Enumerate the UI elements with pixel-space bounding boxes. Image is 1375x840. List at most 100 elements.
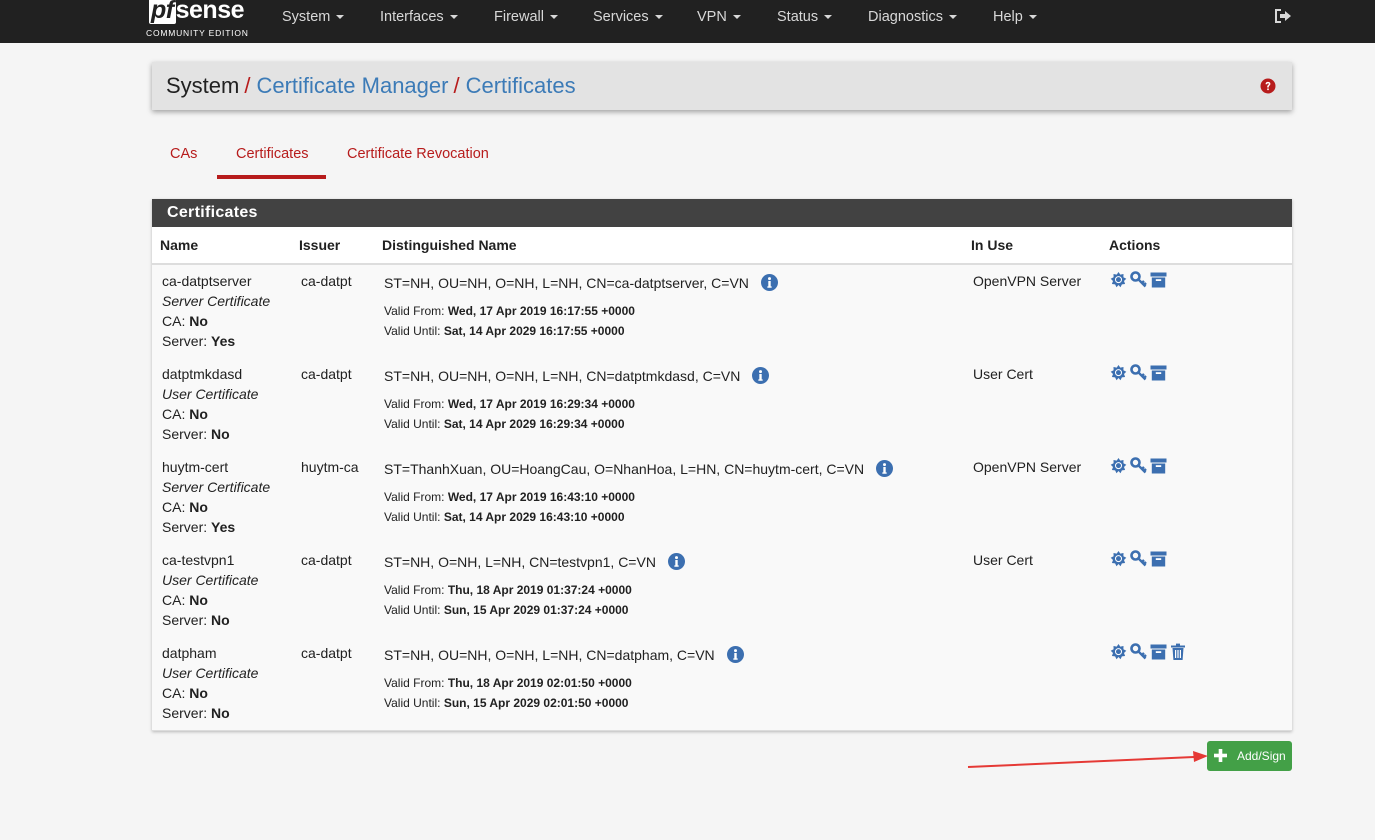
certificate-icon[interactable] bbox=[1110, 271, 1127, 289]
cell-in-use: User Cert bbox=[973, 366, 1033, 382]
cert-name: datpham bbox=[162, 645, 217, 661]
cell-actions bbox=[1110, 457, 1170, 477]
pfsense-logo[interactable]: pfsense COMMUNITY EDITION bbox=[146, 0, 256, 43]
nav-help-menu[interactable]: Help bbox=[993, 0, 1037, 34]
valid-from-value: Wed, 17 Apr 2019 16:29:34 +0000 bbox=[447, 397, 635, 411]
cell-actions bbox=[1110, 550, 1170, 570]
sign-out-icon[interactable] bbox=[1274, 8, 1292, 24]
certificate-icon[interactable] bbox=[1110, 550, 1127, 568]
cert-type: Server Certificate bbox=[162, 293, 271, 309]
valid-from: Valid From: Wed, 17 Apr 2019 16:17:55 +0… bbox=[384, 304, 635, 318]
valid-until: Valid Until: Sat, 14 Apr 2029 16:17:55 +… bbox=[384, 324, 625, 338]
caret-down-icon bbox=[654, 15, 663, 20]
cert-server-flag: Server: No bbox=[162, 424, 258, 444]
cell-distinguished-name: ST=NH, OU=NH, O=NH, L=NH, CN=datpham, C=… bbox=[384, 646, 744, 663]
cert-type: User Certificate bbox=[162, 386, 259, 402]
archive-icon[interactable] bbox=[1150, 550, 1167, 568]
column-header-in-use: In Use bbox=[971, 237, 1014, 253]
valid-until-label: Valid Until: bbox=[384, 324, 441, 338]
valid-until-value: Sat, 14 Apr 2029 16:29:34 +0000 bbox=[443, 417, 625, 431]
cell-issuer: ca-datpt bbox=[301, 273, 352, 289]
ca-value: No bbox=[189, 685, 208, 701]
certificate-icon[interactable] bbox=[1110, 364, 1127, 382]
trash-icon[interactable] bbox=[1170, 643, 1187, 661]
cell-distinguished-name: ST=NH, O=NH, L=NH, CN=testvpn1, C=VN bbox=[384, 553, 685, 570]
question-circle-icon[interactable] bbox=[1260, 78, 1276, 94]
nav-system-menu[interactable]: System bbox=[282, 0, 345, 34]
server-label: Server: bbox=[162, 705, 208, 721]
breadcrumb-system: System bbox=[166, 73, 240, 98]
server-label: Server: bbox=[162, 426, 208, 442]
cell-distinguished-name: ST=ThanhXuan, OU=HoangCau, O=NhanHoa, L=… bbox=[384, 460, 894, 477]
breadcrumb-certificate-manager[interactable]: Certificate Manager bbox=[256, 73, 448, 98]
archive-icon[interactable] bbox=[1150, 364, 1167, 382]
valid-until-label: Valid Until: bbox=[384, 510, 441, 524]
cell-actions bbox=[1110, 271, 1170, 291]
cert-name: ca-datptserver bbox=[162, 273, 252, 289]
valid-from-value: Thu, 18 Apr 2019 02:01:50 +0000 bbox=[447, 676, 632, 690]
valid-from-value: Wed, 17 Apr 2019 16:17:55 +0000 bbox=[447, 304, 635, 318]
breadcrumb-panel: System / Certificate Manager / Certificates bbox=[152, 62, 1292, 110]
caret-down-icon bbox=[824, 15, 833, 20]
info-icon[interactable] bbox=[876, 460, 894, 477]
tab-cas[interactable]: CAs bbox=[170, 146, 197, 162]
cert-ca-flag: CA: No bbox=[162, 683, 258, 703]
valid-until: Valid Until: Sat, 14 Apr 2029 16:43:10 +… bbox=[384, 510, 625, 524]
panel-heading: Certificates bbox=[152, 199, 1292, 227]
archive-icon[interactable] bbox=[1150, 457, 1167, 475]
add-sign-label: Add/Sign bbox=[1237, 749, 1286, 763]
nav-vpn-menu[interactable]: VPN bbox=[697, 0, 741, 34]
info-icon[interactable] bbox=[667, 553, 685, 570]
valid-until: Valid Until: Sun, 15 Apr 2029 01:37:24 +… bbox=[384, 603, 628, 617]
nav-services-menu[interactable]: Services bbox=[593, 0, 663, 34]
certificate-icon[interactable] bbox=[1110, 457, 1127, 475]
archive-icon[interactable] bbox=[1150, 271, 1167, 289]
nav-firewall-menu[interactable]: Firewall bbox=[494, 0, 558, 34]
archive-icon[interactable] bbox=[1150, 643, 1167, 661]
breadcrumb-separator: / bbox=[453, 73, 460, 98]
tab-certificates[interactable]: Certificates bbox=[236, 146, 309, 162]
valid-until-value: Sun, 15 Apr 2029 02:01:50 +0000 bbox=[443, 696, 629, 710]
server-label: Server: bbox=[162, 519, 208, 535]
caret-down-icon bbox=[1028, 15, 1037, 20]
key-icon[interactable] bbox=[1130, 643, 1147, 661]
ca-label: CA: bbox=[162, 313, 186, 329]
cert-ca-flag: CA: No bbox=[162, 311, 270, 331]
valid-until-value: Sat, 14 Apr 2029 16:17:55 +0000 bbox=[443, 324, 625, 338]
certificates-panel: Certificates Name Issuer Distinguished N… bbox=[152, 199, 1292, 731]
breadcrumb-certificates[interactable]: Certificates bbox=[466, 73, 576, 98]
dn-text: ST=NH, OU=NH, O=NH, L=NH, CN=ca-datptser… bbox=[384, 275, 749, 291]
certificate-icon[interactable] bbox=[1110, 643, 1127, 661]
cell-actions bbox=[1110, 643, 1190, 663]
valid-until-label: Valid Until: bbox=[384, 417, 441, 431]
cell-name: datpham User Certificate CA: No Server: No bbox=[162, 643, 258, 723]
cert-name: huytm-cert bbox=[162, 459, 229, 475]
cert-type: User Certificate bbox=[162, 572, 259, 588]
cell-actions bbox=[1110, 364, 1170, 384]
key-icon[interactable] bbox=[1130, 550, 1147, 568]
cell-name: ca-testvpn1 User Certificate CA: No Server:… bbox=[162, 550, 258, 630]
nav-interfaces-menu[interactable]: Interfaces bbox=[380, 0, 458, 34]
top-navbar: pfsense COMMUNITY EDITION System Interfa… bbox=[0, 0, 1375, 43]
nav-diagnostics-menu[interactable]: Diagnostics bbox=[868, 0, 957, 34]
nav-status-menu[interactable]: Status bbox=[777, 0, 833, 34]
key-icon[interactable] bbox=[1130, 457, 1147, 475]
info-icon[interactable] bbox=[760, 274, 778, 291]
caret-down-icon bbox=[732, 15, 741, 20]
valid-until: Valid Until: Sun, 15 Apr 2029 02:01:50 +… bbox=[384, 696, 628, 710]
cell-in-use: OpenVPN Server bbox=[973, 273, 1082, 289]
caret-down-icon bbox=[948, 15, 957, 20]
valid-until-label: Valid Until: bbox=[384, 603, 441, 617]
tab-certificate-revocation[interactable]: Certificate Revocation bbox=[347, 146, 489, 162]
add-sign-button[interactable]: Add/Sign bbox=[1207, 741, 1292, 771]
panel-title: Certificates bbox=[167, 204, 258, 221]
info-icon[interactable] bbox=[752, 367, 770, 384]
ca-value: No bbox=[189, 406, 208, 422]
valid-until-label: Valid Until: bbox=[384, 696, 441, 710]
key-icon[interactable] bbox=[1130, 364, 1147, 382]
info-icon[interactable] bbox=[726, 646, 744, 663]
key-icon[interactable] bbox=[1130, 271, 1147, 289]
table-row: ca-testvpn1 User Certificate CA: No Server:… bbox=[152, 544, 1292, 638]
breadcrumb-separator: / bbox=[244, 73, 251, 98]
server-value: No bbox=[211, 705, 230, 721]
